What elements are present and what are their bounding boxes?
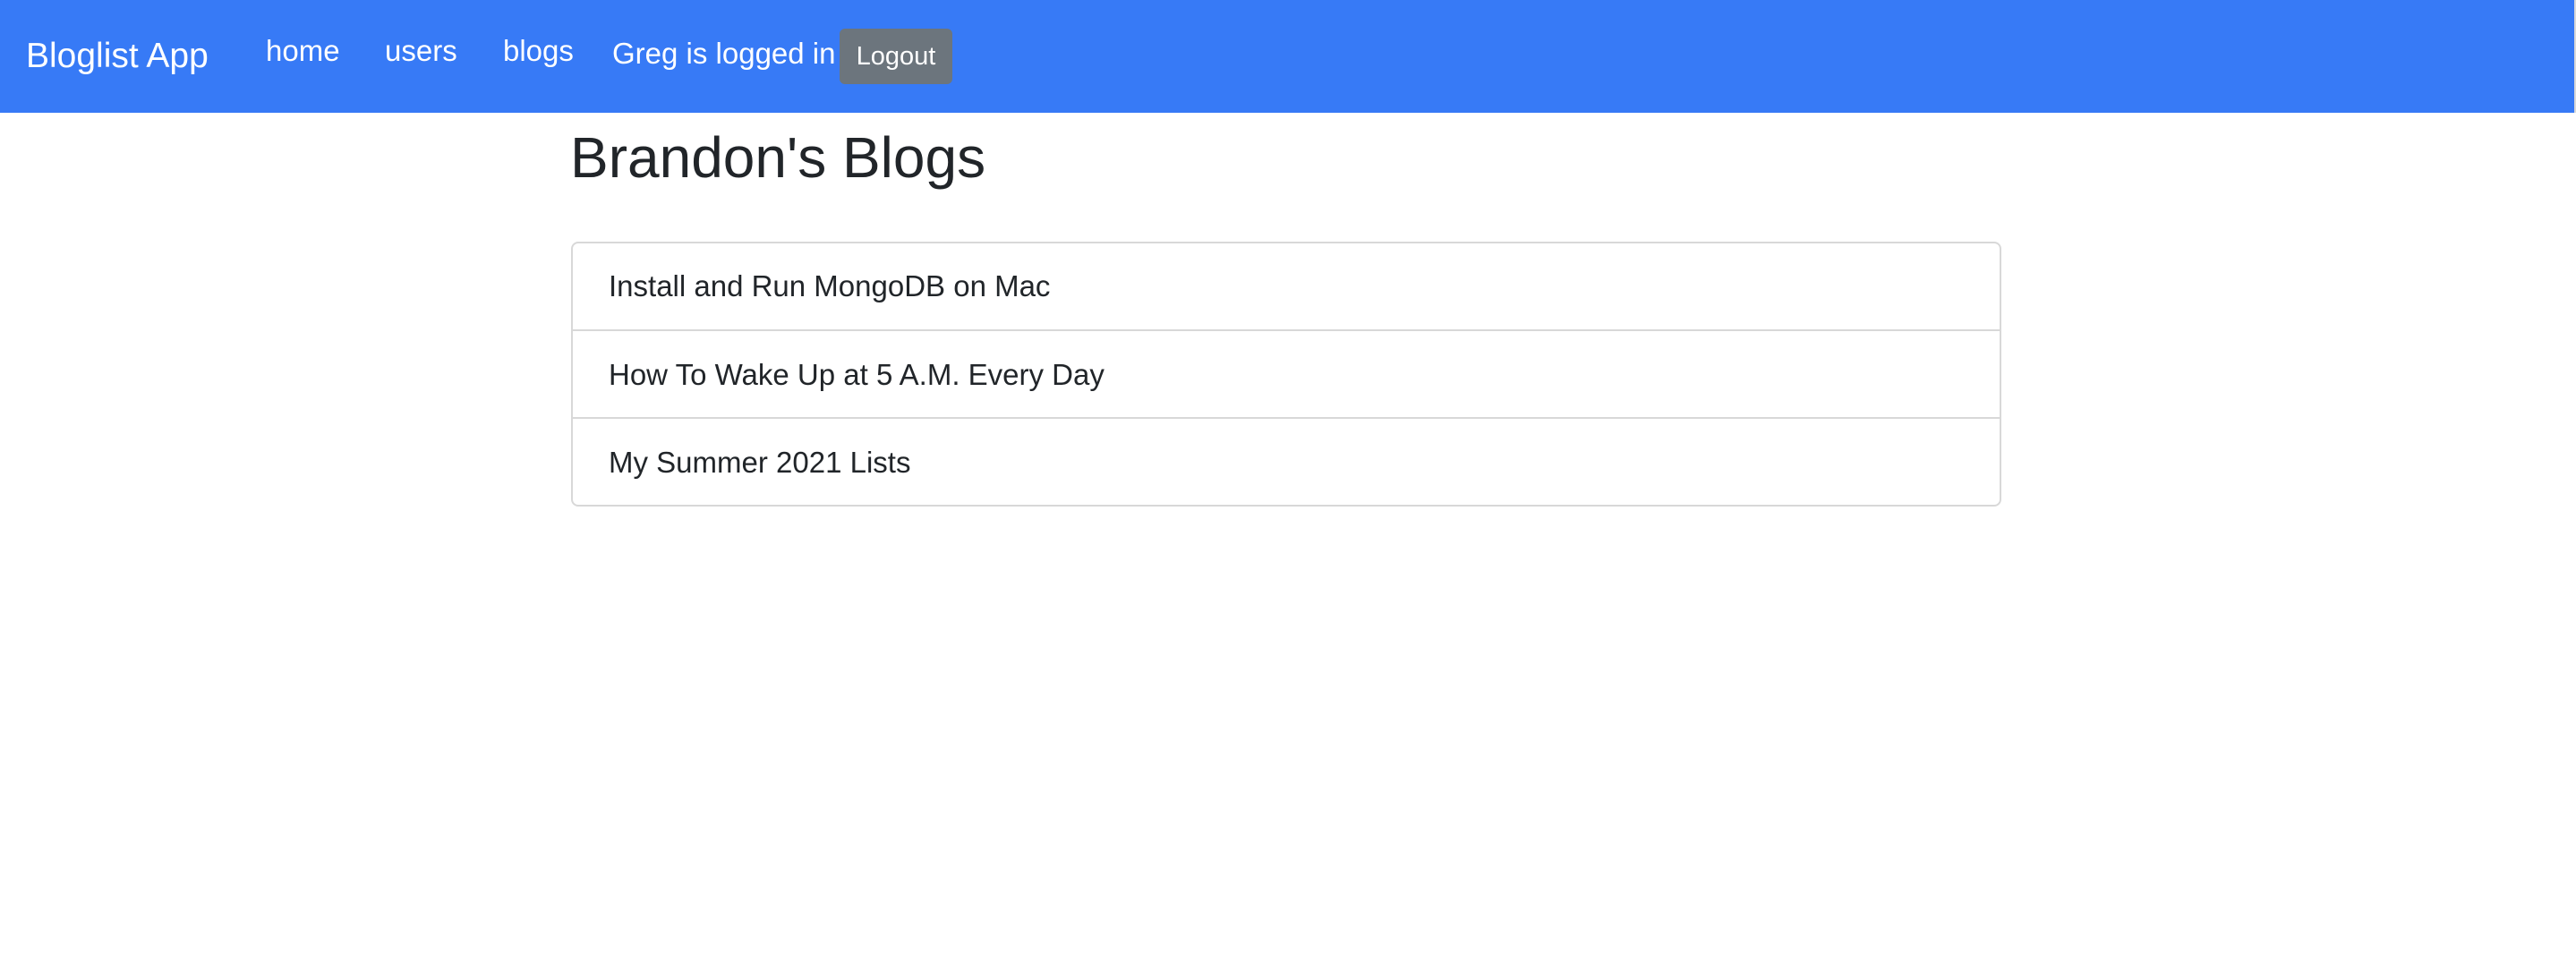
blog-list-item[interactable]: My Summer 2021 Lists xyxy=(573,417,2000,505)
login-status: Greg is logged in xyxy=(612,37,836,70)
brand-link[interactable]: Bloglist App xyxy=(26,0,209,113)
blog-list-item[interactable]: How To Wake Up at 5 A.M. Every Day xyxy=(573,329,2000,417)
nav-link-blogs[interactable]: blogs xyxy=(503,0,574,102)
logout-button[interactable]: Logout xyxy=(840,29,952,84)
blog-list: Install and Run MongoDB on Mac How To Wa… xyxy=(571,242,2001,507)
blog-list-item[interactable]: Install and Run MongoDB on Mac xyxy=(573,243,2000,329)
page-title: Brandon's Blogs xyxy=(570,125,986,190)
navbar: Bloglist App home users blogs Greg is lo… xyxy=(0,0,2576,113)
nav-link-users[interactable]: users xyxy=(385,0,457,102)
nav-link-home[interactable]: home xyxy=(266,0,340,102)
